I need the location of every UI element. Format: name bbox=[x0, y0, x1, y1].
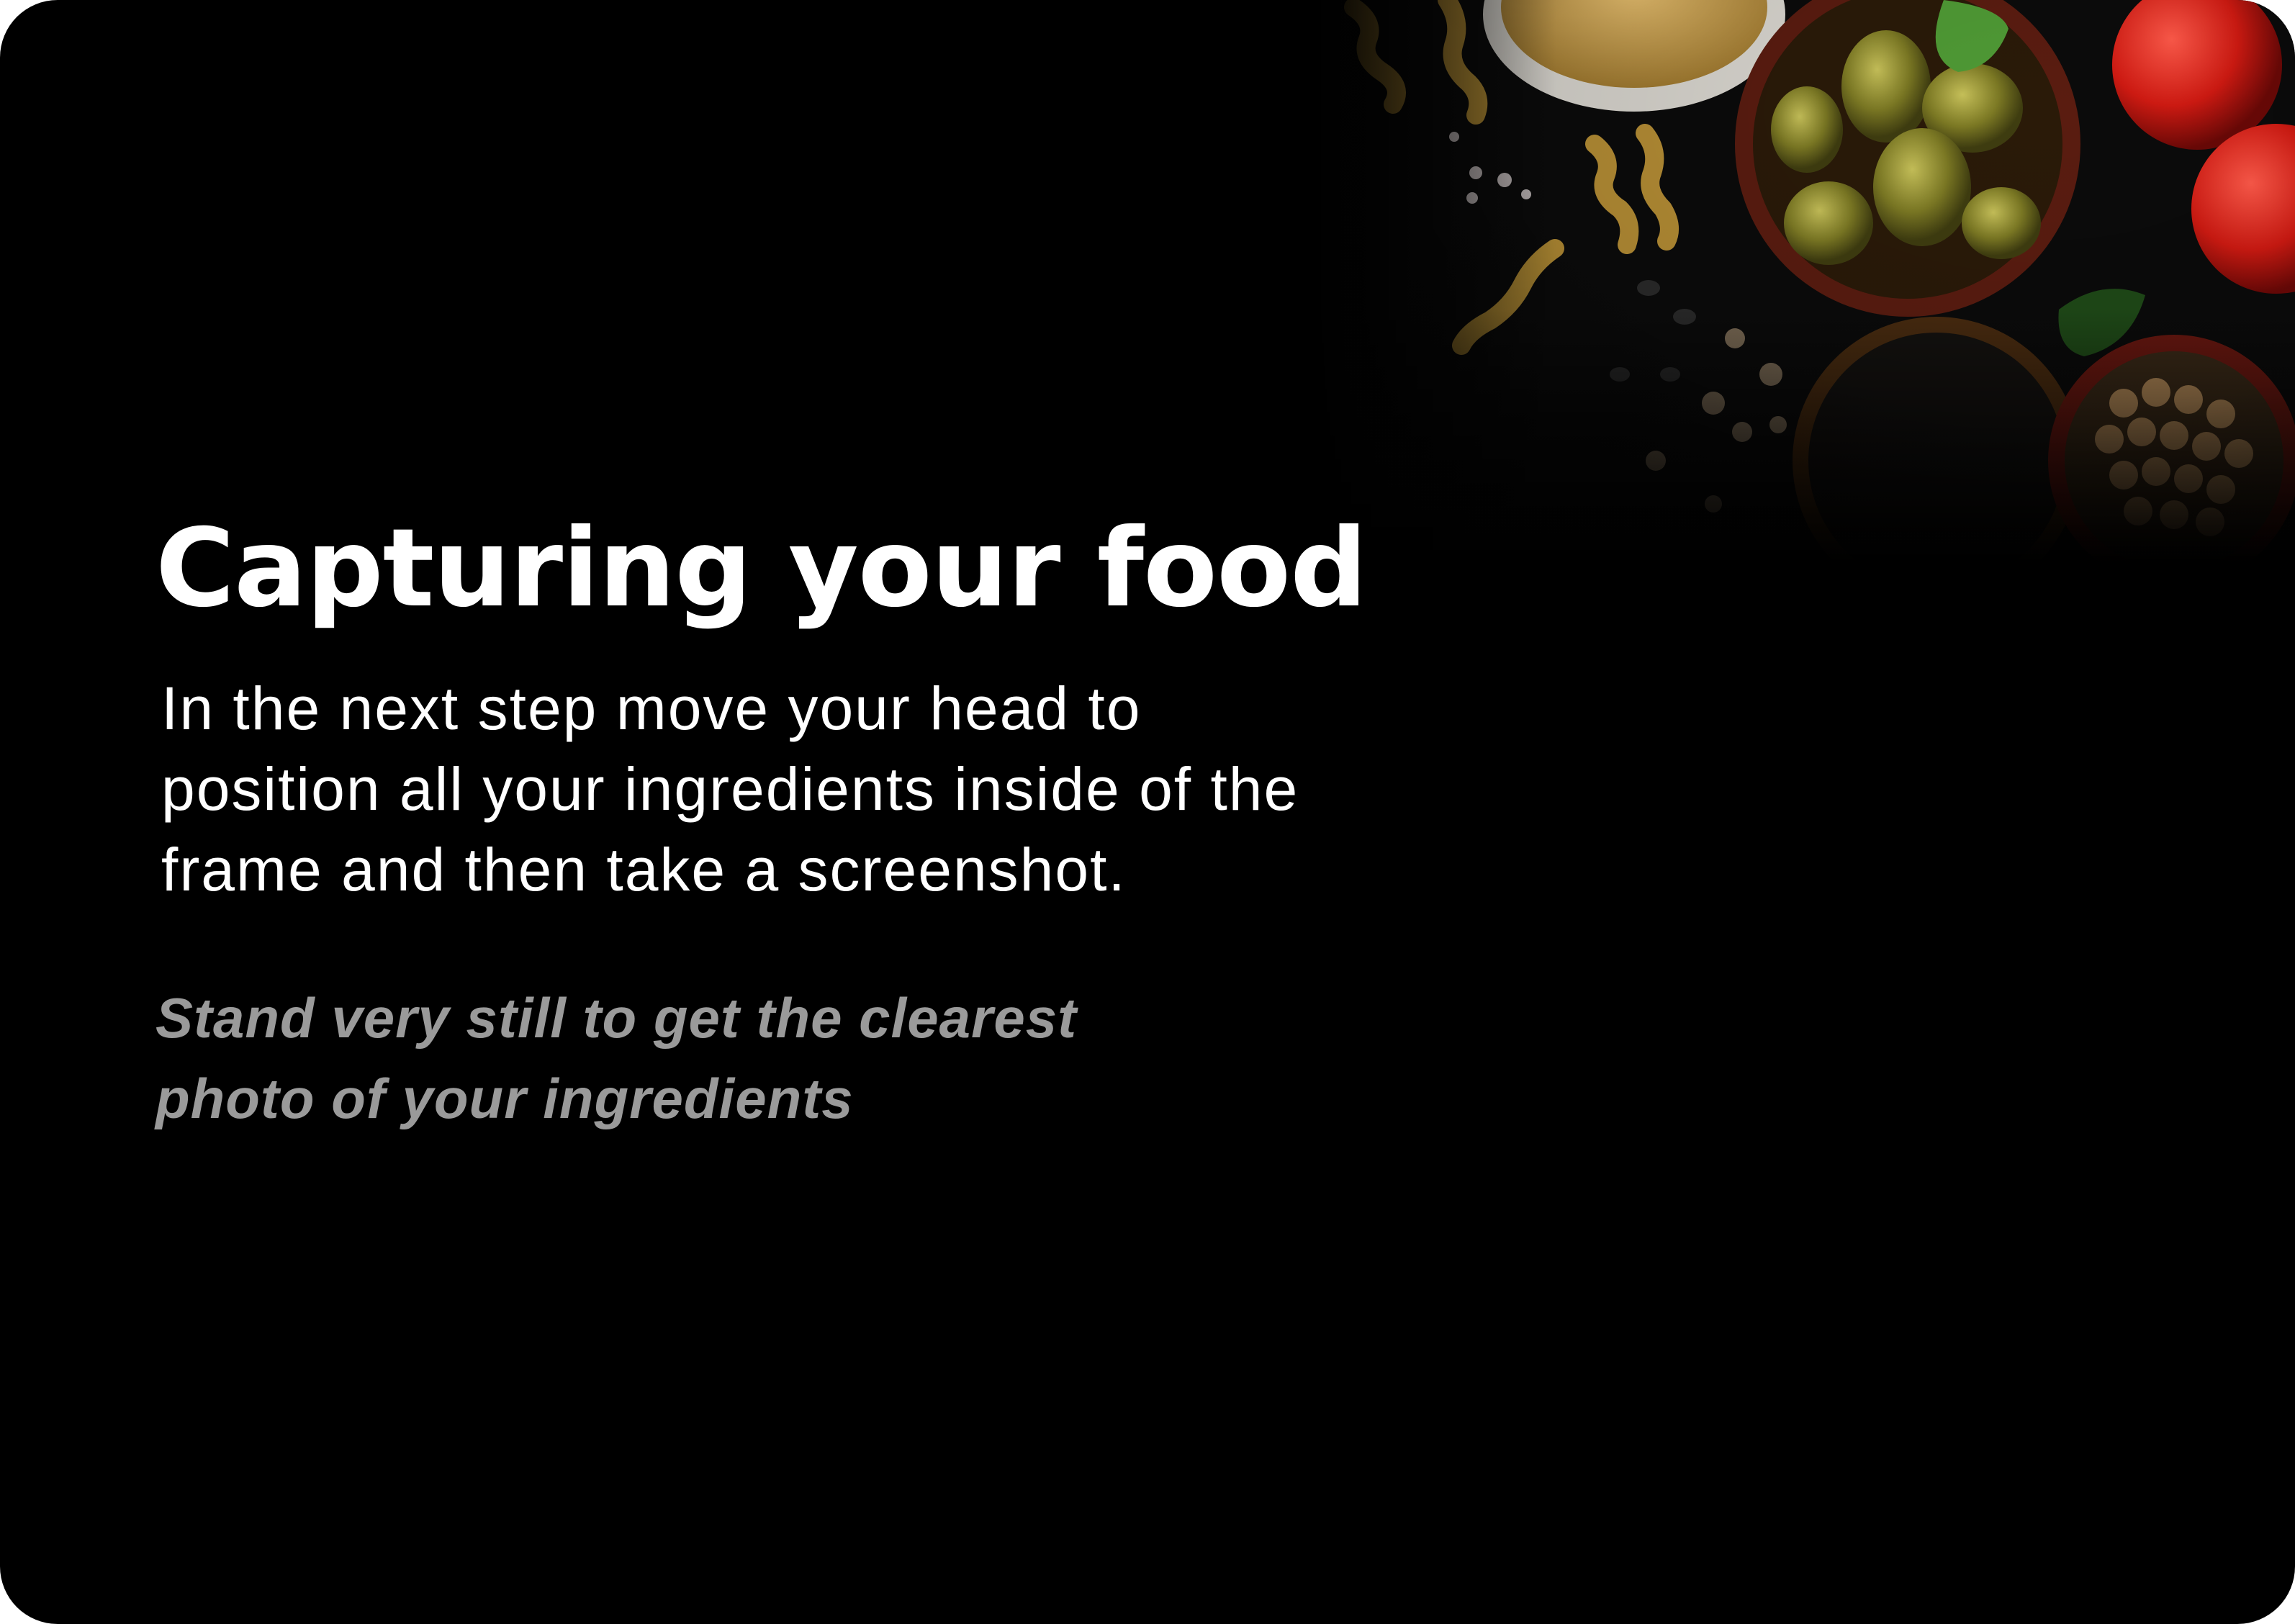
tip-text: Stand very still to get the clearest pho… bbox=[155, 986, 1078, 1130]
instructions-text: In the next step move your head to posit… bbox=[161, 675, 1299, 903]
intro-card: Capturing your food In the next step mov… bbox=[0, 0, 2295, 1624]
intro-content: Capturing your food In the next step mov… bbox=[155, 504, 1379, 1139]
food-ingredients-photo bbox=[1310, 0, 2295, 561]
page-title: Capturing your food bbox=[155, 506, 1368, 631]
